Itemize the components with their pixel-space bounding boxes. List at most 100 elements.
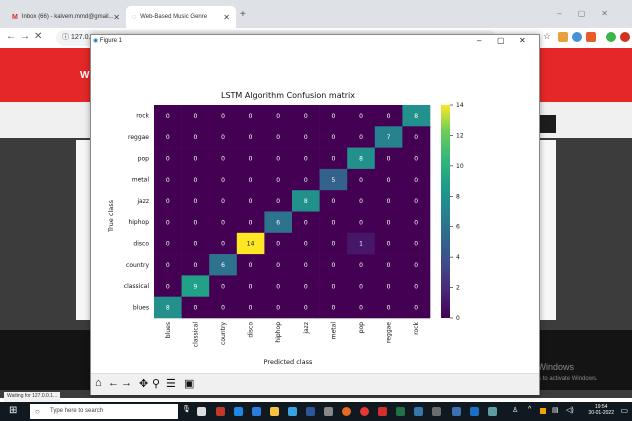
star-icon[interactable]: ☆: [543, 31, 551, 42]
cell-value-label: 0: [193, 262, 197, 269]
cell-value-label: 0: [387, 155, 391, 162]
maximize-button[interactable]: ▢: [497, 36, 505, 45]
taskbar-search-box[interactable]: ○ Type here to search: [30, 404, 178, 419]
cell-value-label: 0: [304, 113, 308, 120]
task-view-icon[interactable]: [197, 407, 206, 416]
cell-value-label: 0: [359, 198, 363, 205]
cell-value-label: 0: [304, 155, 308, 162]
people-icon[interactable]: ♙: [512, 406, 518, 414]
cell-value-label: 0: [359, 134, 363, 141]
cell-value-label: 0: [276, 283, 280, 290]
cell-value-label: 0: [276, 241, 280, 248]
app-icon[interactable]: [452, 407, 461, 416]
page-panel-right: [540, 140, 556, 320]
app-icon[interactable]: [488, 407, 497, 416]
forward-icon[interactable]: →: [121, 377, 132, 389]
file-explorer-icon[interactable]: [270, 407, 279, 416]
cell-value-label: 0: [387, 198, 391, 205]
cell-value-label: 0: [387, 219, 391, 226]
colorbar: [441, 105, 450, 318]
close-button[interactable]: ✕: [519, 36, 526, 45]
extension-icon[interactable]: [558, 32, 568, 42]
chrome-icon[interactable]: [360, 407, 369, 416]
x-tick-label: disco: [248, 322, 255, 338]
cell-value-label: 0: [276, 262, 280, 269]
x-tick-labels: blues classical country disco hiphop jazz meta…: [165, 321, 420, 347]
firefox-icon[interactable]: [342, 407, 351, 416]
save-icon[interactable]: ▣: [184, 377, 194, 390]
microphone-icon[interactable]: 🎙: [182, 405, 191, 414]
cell-value-label: 0: [221, 305, 225, 312]
app-icon[interactable]: [470, 407, 479, 416]
battery-icon[interactable]: [540, 408, 546, 414]
x-tick-label: metal: [330, 322, 337, 340]
close-tab-icon[interactable]: ✕: [113, 13, 120, 22]
new-tab-icon[interactable]: +: [240, 9, 246, 20]
cell-value-label: 0: [221, 198, 225, 205]
home-icon[interactable]: ⌂: [95, 377, 102, 389]
cell-value-label: 0: [166, 177, 170, 184]
app-icon[interactable]: [432, 407, 441, 416]
notifications-icon[interactable]: ▭: [620, 406, 628, 415]
acrobat-icon[interactable]: [378, 407, 387, 416]
stop-icon[interactable]: ✕: [34, 31, 42, 42]
colorbar-tick-label: 8: [456, 193, 460, 200]
colorbar-tick-label: 14: [456, 102, 464, 109]
volume-icon[interactable]: ◁): [566, 406, 574, 414]
tab-music-genre[interactable]: ◌ Web-Based Music Genre ✕: [126, 6, 236, 28]
zoom-icon[interactable]: ⚲: [152, 377, 160, 390]
cell-value-label: 9: [193, 283, 197, 290]
back-icon[interactable]: ←: [108, 377, 119, 389]
cell-value-label: 0: [331, 241, 335, 248]
y-tick-label: pop: [138, 155, 149, 162]
cell-value-label: 6: [221, 262, 225, 269]
cell-value-label: 0: [166, 283, 170, 290]
cell-value-label: 0: [387, 241, 391, 248]
cell-value-label: 0: [193, 155, 197, 162]
loading-icon: ◌: [132, 13, 137, 21]
cell-value-label: 0: [414, 241, 418, 248]
cell-value-label: 0: [304, 283, 308, 290]
browser-window-controls[interactable]: –▢✕: [557, 9, 624, 18]
back-arrow-icon[interactable]: ←: [6, 31, 16, 42]
excel-icon[interactable]: [396, 407, 405, 416]
cell-value-label: 0: [276, 177, 280, 184]
tab-music-genre-label: Web-Based Music Genre: [140, 14, 208, 20]
tray-chevron-icon[interactable]: ^: [528, 406, 531, 413]
app-icon[interactable]: [324, 407, 333, 416]
figure-window: ◉ Figure 1 – ▢ ✕ LSTM Algorithm Confusio…: [90, 34, 540, 395]
network-icon[interactable]: ▤: [552, 406, 559, 414]
windows-start-icon[interactable]: ⊞: [9, 405, 17, 416]
cell-value-label: 0: [304, 305, 308, 312]
cell-value-label: 0: [221, 241, 225, 248]
pan-icon[interactable]: ✥: [139, 377, 148, 390]
tab-inbox[interactable]: M Inbox (66) - kalvem.mmd@gmail... ✕: [6, 6, 126, 28]
profile-icon[interactable]: [620, 32, 630, 42]
colorbar-tick-label: 10: [456, 163, 464, 170]
word-icon[interactable]: [306, 407, 315, 416]
configure-subplots-icon[interactable]: ☰: [166, 377, 176, 390]
taskbar-clock[interactable]: 19:54 30-01-2022: [588, 404, 614, 416]
cell-value-label: 0: [414, 262, 418, 269]
extension-icon[interactable]: [606, 32, 616, 42]
cell-value-label: 0: [304, 219, 308, 226]
page-button-edge[interactable]: [540, 115, 556, 133]
cell-value-label: 0: [387, 177, 391, 184]
python-icon[interactable]: [414, 407, 423, 416]
close-tab-icon[interactable]: ✕: [223, 13, 230, 22]
forward-arrow-icon[interactable]: →: [20, 31, 30, 42]
cell-value-label: 0: [359, 283, 363, 290]
extension-icon[interactable]: [572, 32, 582, 42]
figure-toolbar: ⌂ ← → ✥ ⚲ ☰ ▣: [91, 373, 539, 395]
x-tick-label: classical: [192, 322, 199, 348]
app-icon[interactable]: [252, 407, 261, 416]
cell-value-label: 0: [221, 283, 225, 290]
minimize-button[interactable]: –: [477, 36, 481, 45]
cell-value-label: 0: [414, 305, 418, 312]
y-tick-label: metal: [132, 177, 150, 184]
cell-value-label: 0: [359, 113, 363, 120]
store-icon[interactable]: [288, 407, 297, 416]
app-icon[interactable]: [216, 407, 225, 416]
extension-icon[interactable]: [586, 32, 596, 42]
edge-icon[interactable]: [234, 407, 243, 416]
